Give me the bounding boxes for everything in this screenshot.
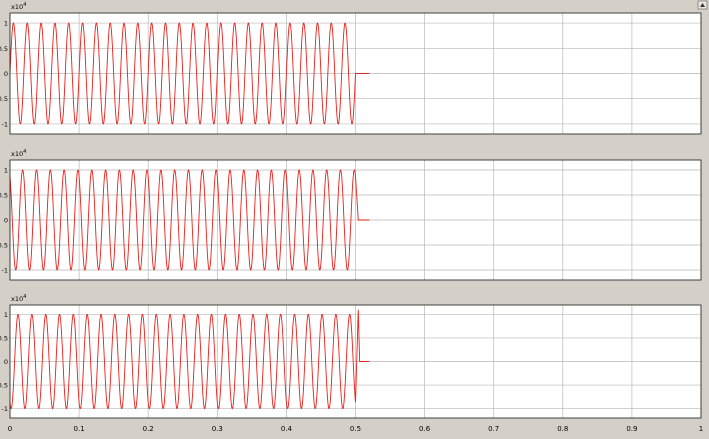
x-tick-label: 0.1 — [74, 425, 85, 433]
x-tick-label: 0.3 — [212, 425, 223, 433]
y-tick-label: 0 — [4, 70, 8, 78]
y-tick-label: 1 — [4, 311, 8, 319]
axis-exponent-label: x104 — [11, 149, 26, 158]
y-tick-label: 0 — [4, 217, 8, 225]
x-tick-label: 0.9 — [626, 425, 637, 433]
y-tick-label: -0.5 — [0, 382, 8, 390]
x-tick-label: 0.5 — [350, 425, 361, 433]
restore-axes-icon[interactable] — [697, 0, 708, 10]
y-tick-label: 1 — [4, 167, 8, 175]
scope-axes-3: 0 0.1 0.2 0.3 0.4 0.5 0.6 0.7 0.8 0.9 1 -1 -0.5 0 0.5 1… — [0, 294, 703, 433]
x-tick-label: 0.7 — [488, 425, 499, 433]
x-tick-label: 1 — [699, 425, 703, 433]
scope-axes-1: -1 -0.5 0 0.5 1 x104 — [0, 2, 702, 135]
y-tick-label: 1 — [4, 20, 8, 28]
y-tick-label: 0 — [4, 358, 8, 366]
y-tick-label: -1 — [2, 120, 8, 128]
y-tick-label: -0.5 — [0, 242, 8, 250]
x-tick-label: 0 — [8, 425, 12, 433]
axis-exponent-label: x104 — [11, 294, 26, 303]
scope-axes-2: -1 -0.5 0 0.5 1 x104 — [0, 149, 702, 281]
y-tick-label: 0.5 — [0, 334, 8, 342]
y-tick-label: -1 — [2, 267, 8, 275]
x-tick-label: 0.6 — [419, 425, 431, 433]
y-tick-label: 0.5 — [0, 45, 8, 53]
y-tick-label: -1 — [2, 405, 8, 413]
scope-figure: -1-0.500.51x104-1-0.500.51x10400.10.20.3… — [0, 0, 708, 433]
y-tick-label: 0.5 — [0, 192, 8, 200]
x-tick-label: 0.8 — [557, 425, 568, 433]
x-tick-label: 0.2 — [143, 425, 154, 433]
x-tick-label: 0.4 — [281, 425, 293, 433]
axis-exponent-label: x104 — [11, 2, 26, 11]
y-tick-label: -0.5 — [0, 95, 8, 103]
